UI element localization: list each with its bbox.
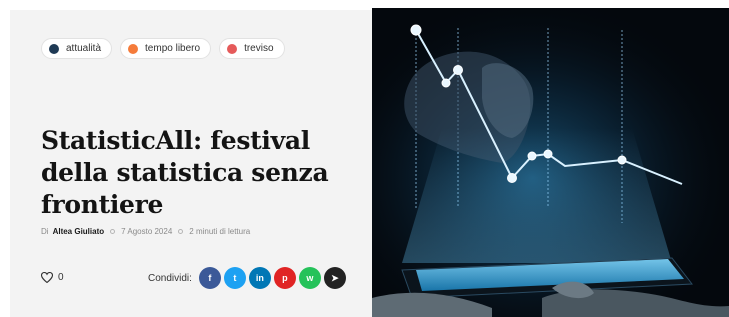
share-pinterest-button[interactable]: p (273, 267, 296, 289)
like-button[interactable]: 0 (41, 272, 64, 283)
title-line: StatisticAll: festival (41, 126, 310, 155)
share-facebook-button[interactable]: f (198, 267, 221, 289)
title-line: della statistica senza (41, 158, 329, 187)
hero-image (372, 8, 729, 317)
tag-label: treviso (244, 43, 274, 54)
like-count: 0 (58, 272, 64, 283)
tag-label: attualità (66, 43, 102, 54)
separator-icon (178, 229, 184, 234)
hand-tablet-chart-illustration (372, 8, 729, 317)
publish-date: 7 Agosto 2024 (121, 227, 173, 236)
telegram-icon: ➤ (331, 272, 339, 283)
article-title: StatisticAll: festival della statistica … (41, 125, 341, 221)
tag-label: tempo libero (145, 43, 201, 54)
tag-treviso[interactable]: treviso (219, 38, 285, 59)
tag-attualita[interactable]: attualità (41, 38, 113, 59)
whatsapp-icon: w (306, 273, 314, 283)
linkedin-icon: in (255, 273, 264, 283)
separator-icon (110, 229, 116, 234)
share-twitter-button[interactable]: t (223, 267, 246, 289)
tag-dot-icon (227, 43, 238, 54)
share-bar: Condividi: f t in p w ➤ (148, 267, 346, 289)
tag-tempo-libero[interactable]: tempo libero (120, 38, 212, 59)
category-tags: attualità tempo libero treviso (41, 38, 285, 59)
tag-dot-icon (128, 43, 139, 54)
share-whatsapp-button[interactable]: w (298, 267, 321, 289)
article-meta: Di Altea Giuliato 7 Agosto 2024 2 minuti… (41, 227, 250, 236)
share-telegram-button[interactable]: ➤ (323, 267, 346, 289)
by-prefix: Di (41, 227, 49, 236)
read-time: 2 minuti di lettura (189, 227, 251, 236)
author-link[interactable]: Altea Giuliato (53, 227, 105, 236)
share-label: Condividi: (148, 272, 192, 284)
tag-dot-icon (49, 43, 59, 54)
facebook-icon: f (208, 273, 212, 283)
share-linkedin-button[interactable]: in (248, 267, 271, 289)
twitter-icon: t (233, 273, 237, 283)
article-header-panel: attualità tempo libero treviso Statistic… (10, 10, 372, 317)
pinterest-icon: p (282, 273, 288, 283)
heart-icon (41, 272, 53, 283)
title-line: frontiere (41, 190, 164, 219)
